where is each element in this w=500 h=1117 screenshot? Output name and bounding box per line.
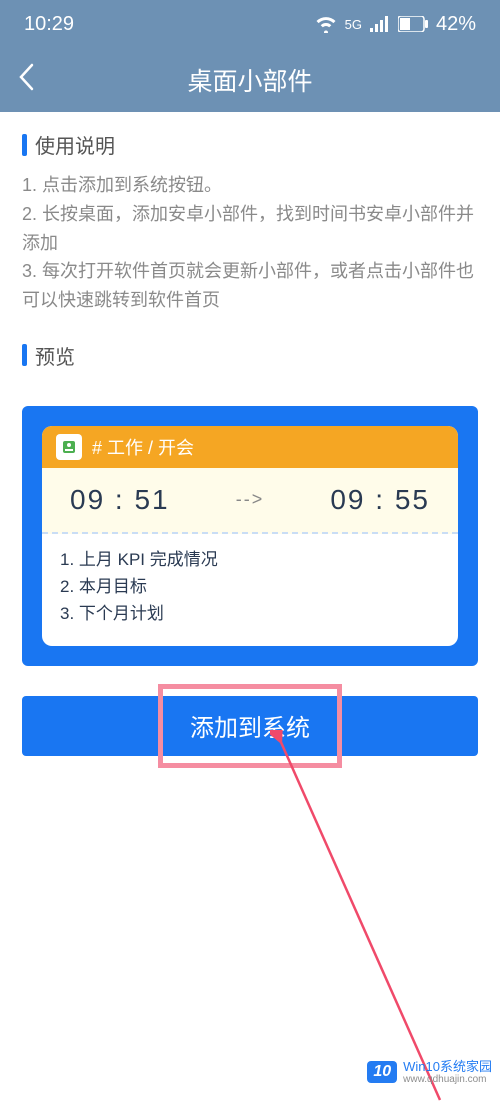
widget-item: 2. 本月目标 (60, 573, 440, 600)
add-to-system-button[interactable]: 添加到系统 (22, 696, 478, 756)
add-button-label: 添加到系统 (190, 708, 310, 743)
widget-icon (56, 434, 82, 460)
status-time: 10:29 (24, 13, 74, 36)
section-bar (22, 134, 27, 156)
widget-end-time: 09 : 55 (330, 484, 430, 516)
network-label: 5G (345, 17, 362, 32)
preview-section: 预览 (0, 323, 500, 390)
preview-card: # 工作 / 开会 09 : 51 --> 09 : 55 1. 上月 KPI … (22, 406, 478, 666)
widget-time-row: 09 : 51 --> 09 : 55 (42, 468, 458, 534)
status-right: 5G 42% (315, 13, 476, 36)
watermark-url: www.qdhuajin.com (403, 1074, 492, 1085)
watermark-badge: 10 (367, 1061, 397, 1083)
widget-item-list: 1. 上月 KPI 完成情况 2. 本月目标 3. 下个月计划 (42, 534, 458, 646)
arrow-icon: --> (236, 489, 265, 510)
preview-title: 预览 (35, 341, 75, 370)
title-bar: 桌面小部件 (0, 48, 500, 112)
widget-header: # 工作 / 开会 (42, 426, 458, 468)
widget-preview: # 工作 / 开会 09 : 51 --> 09 : 55 1. 上月 KPI … (42, 426, 458, 646)
usage-line: 2. 长按桌面，添加安卓小部件，找到时间书安卓小部件并添加 (22, 200, 478, 258)
status-bar: 10:29 5G 42% (0, 0, 500, 48)
annotation-arrow (270, 730, 470, 1110)
usage-title: 使用说明 (35, 130, 115, 159)
widget-tag: # 工作 / 开会 (92, 434, 194, 460)
battery-icon (398, 16, 428, 32)
widget-item: 3. 下个月计划 (60, 600, 440, 627)
usage-line: 1. 点击添加到系统按钮。 (22, 171, 478, 200)
usage-instructions: 1. 点击添加到系统按钮。 2. 长按桌面，添加安卓小部件，找到时间书安卓小部件… (22, 171, 478, 315)
watermark: 10 Win10系统家园 www.qdhuajin.com (367, 1060, 492, 1085)
battery-percent: 42% (436, 13, 476, 36)
usage-section: 使用说明 1. 点击添加到系统按钮。 2. 长按桌面，添加安卓小部件，找到时间书… (0, 112, 500, 323)
widget-item: 1. 上月 KPI 完成情况 (60, 546, 440, 573)
watermark-brand: Win10系统家园 (403, 1060, 492, 1074)
back-button[interactable] (18, 62, 34, 99)
wifi-icon (315, 15, 337, 33)
section-bar (22, 344, 27, 366)
widget-start-time: 09 : 51 (70, 484, 170, 516)
page-title: 桌面小部件 (187, 62, 312, 98)
signal-icon (370, 16, 390, 32)
chevron-left-icon (18, 63, 34, 91)
usage-line: 3. 每次打开软件首页就会更新小部件，或者点击小部件也可以快速跳转到软件首页 (22, 257, 478, 315)
